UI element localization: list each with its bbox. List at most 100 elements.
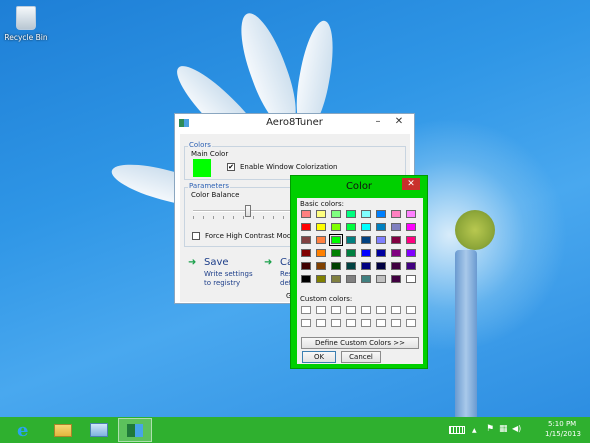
network-icon[interactable]: ▦: [499, 424, 508, 434]
custom-color-swatch[interactable]: [316, 319, 326, 327]
main-color-swatch[interactable]: [193, 159, 211, 177]
basic-color-swatch[interactable]: [391, 262, 401, 270]
basic-color-swatch[interactable]: [376, 262, 386, 270]
basic-color-swatch[interactable]: [301, 275, 311, 283]
color-balance-slider[interactable]: [193, 205, 293, 219]
save-button[interactable]: Save: [204, 257, 229, 268]
recycle-bin[interactable]: Recycle Bin: [4, 6, 48, 42]
define-custom-colors-button[interactable]: Define Custom Colors >>: [301, 337, 419, 349]
save-desc-line2: to registry: [204, 279, 241, 287]
basic-color-swatch[interactable]: [331, 275, 341, 283]
enable-colorization-label: Enable Window Colorization: [240, 163, 338, 171]
custom-color-swatch[interactable]: [316, 306, 326, 314]
internet-explorer-button[interactable]: e: [8, 418, 42, 442]
basic-color-swatch[interactable]: [406, 262, 416, 270]
basic-color-swatch[interactable]: [391, 223, 401, 231]
file-explorer-button[interactable]: [46, 418, 80, 442]
custom-color-swatch[interactable]: [391, 319, 401, 327]
slider-thumb[interactable]: [245, 205, 251, 217]
color-dialog-body: Basic colors: Custom colors: Define Cust…: [297, 198, 423, 364]
close-button[interactable]: ✕: [388, 116, 410, 129]
basic-color-swatch[interactable]: [346, 262, 356, 270]
ok-button[interactable]: OK: [302, 351, 336, 363]
custom-color-swatch[interactable]: [376, 319, 386, 327]
basic-color-swatch[interactable]: [331, 210, 341, 218]
clock-date[interactable]: 1/15/2013: [545, 430, 581, 438]
control-panel-icon: [90, 423, 108, 437]
title-bar[interactable]: Aero8Tuner – ✕: [175, 114, 414, 132]
keyboard-icon[interactable]: [449, 426, 465, 434]
action-center-flag-icon[interactable]: ⚑: [486, 424, 494, 434]
basic-color-swatch[interactable]: [346, 223, 356, 231]
basic-color-swatch[interactable]: [301, 236, 311, 244]
show-hidden-icons-chevron-icon[interactable]: ▲: [472, 427, 477, 434]
color-dialog-close-button[interactable]: ✕: [402, 178, 420, 190]
custom-color-swatch[interactable]: [361, 319, 371, 327]
custom-color-swatch[interactable]: [331, 306, 341, 314]
basic-color-swatch[interactable]: [316, 275, 326, 283]
basic-color-swatch[interactable]: [361, 249, 371, 257]
custom-color-swatch[interactable]: [361, 306, 371, 314]
basic-color-swatch[interactable]: [361, 223, 371, 231]
basic-color-swatch[interactable]: [361, 262, 371, 270]
volume-icon[interactable]: ◀): [512, 424, 521, 433]
basic-color-swatch[interactable]: [376, 210, 386, 218]
basic-color-swatch[interactable]: [391, 249, 401, 257]
custom-color-swatch[interactable]: [376, 306, 386, 314]
basic-color-swatch[interactable]: [316, 262, 326, 270]
basic-color-swatch[interactable]: [346, 236, 356, 244]
custom-color-swatch[interactable]: [391, 306, 401, 314]
basic-color-swatch[interactable]: [361, 275, 371, 283]
basic-color-swatch[interactable]: [301, 210, 311, 218]
basic-color-swatch[interactable]: [406, 275, 416, 283]
basic-color-swatch[interactable]: [361, 236, 371, 244]
basic-color-swatch[interactable]: [406, 249, 416, 257]
basic-color-swatch[interactable]: [316, 223, 326, 231]
custom-color-swatch[interactable]: [331, 319, 341, 327]
basic-color-swatch[interactable]: [376, 249, 386, 257]
basic-color-swatch[interactable]: [391, 210, 401, 218]
basic-color-swatch[interactable]: [391, 236, 401, 244]
basic-color-swatch[interactable]: [316, 210, 326, 218]
enable-colorization-checkbox[interactable]: ✔: [227, 163, 235, 171]
basic-color-swatch[interactable]: [346, 249, 356, 257]
aero8tuner-taskbar-button[interactable]: [118, 418, 152, 442]
basic-color-swatch[interactable]: [391, 275, 401, 283]
basic-color-swatch[interactable]: [376, 275, 386, 283]
custom-color-swatch[interactable]: [406, 306, 416, 314]
color-dialog[interactable]: Color ✕ Basic colors: Custom colors: Def…: [290, 175, 428, 369]
basic-color-swatch[interactable]: [331, 262, 341, 270]
custom-color-swatch[interactable]: [346, 319, 356, 327]
aero8tuner-taskbar-icon: [127, 424, 143, 437]
color-dialog-title-bar[interactable]: Color ✕: [291, 176, 427, 198]
custom-color-swatch[interactable]: [346, 306, 356, 314]
force-high-contrast-checkbox[interactable]: [192, 232, 200, 240]
basic-color-swatch[interactable]: [301, 249, 311, 257]
basic-color-swatch[interactable]: [346, 275, 356, 283]
basic-color-swatch[interactable]: [346, 210, 356, 218]
cancel-dialog-button[interactable]: Cancel: [341, 351, 381, 363]
basic-color-swatch[interactable]: [361, 210, 371, 218]
file-explorer-icon: [54, 424, 72, 437]
basic-color-swatch[interactable]: [331, 249, 341, 257]
basic-color-swatch[interactable]: [301, 223, 311, 231]
custom-color-swatch[interactable]: [406, 319, 416, 327]
cancel-arrow-icon: ➜: [264, 257, 273, 268]
basic-color-swatch[interactable]: [406, 236, 416, 244]
basic-colors-label: Basic colors:: [300, 200, 344, 208]
basic-color-swatch[interactable]: [376, 236, 386, 244]
basic-color-swatch[interactable]: [406, 210, 416, 218]
basic-color-swatch[interactable]: [316, 236, 326, 244]
basic-color-swatch[interactable]: [301, 262, 311, 270]
main-color-label: Main Color: [191, 150, 229, 158]
basic-color-swatch[interactable]: [331, 223, 341, 231]
custom-color-swatch[interactable]: [301, 306, 311, 314]
custom-color-swatch[interactable]: [301, 319, 311, 327]
minimize-button[interactable]: –: [372, 116, 384, 127]
basic-color-swatch[interactable]: [406, 223, 416, 231]
basic-color-swatch[interactable]: [329, 234, 343, 246]
basic-color-swatch[interactable]: [316, 249, 326, 257]
control-panel-button[interactable]: [82, 418, 116, 442]
basic-color-swatch[interactable]: [376, 223, 386, 231]
clock-time[interactable]: 5:10 PM: [548, 420, 576, 428]
